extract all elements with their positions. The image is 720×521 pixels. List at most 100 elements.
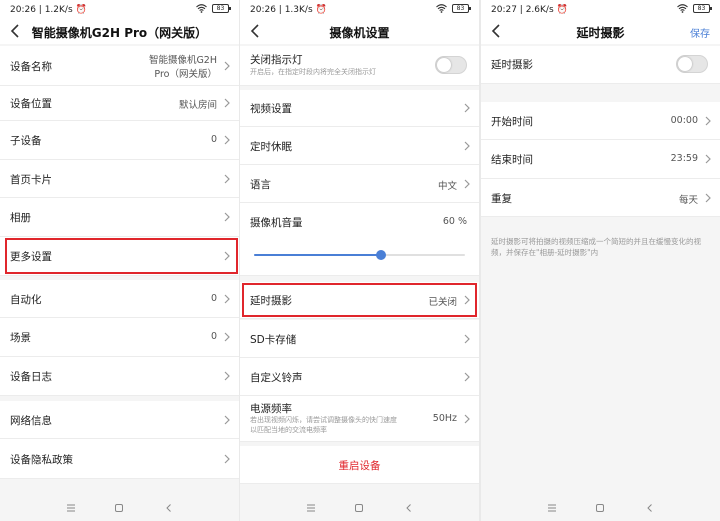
- status-bar: 20:27 | 2.6K/s ⏰ 83: [481, 0, 720, 20]
- chevron-right-icon: [464, 103, 470, 113]
- setting-row-camera-volume: 摄像机音量 60 %: [240, 203, 479, 276]
- home-icon[interactable]: [114, 503, 124, 513]
- setting-row-network-info[interactable]: 网络信息: [0, 401, 239, 439]
- setting-row-device-log[interactable]: 设备日志: [0, 357, 239, 396]
- setting-label: SD卡存储: [250, 334, 297, 346]
- menu-icon[interactable]: [547, 503, 557, 513]
- setting-description-line2: 以匹配当地的交流电频率: [250, 426, 327, 434]
- setting-label: 首页卡片: [10, 174, 52, 186]
- wifi-icon: [677, 4, 688, 13]
- chevron-right-icon: [224, 415, 230, 425]
- setting-description: 开启后，在指定时段内将完全关闭指示灯: [250, 68, 376, 76]
- timelapse-description: 延时摄影可将拍摄的视频压缩成一个简短的并且在缓慢变化的视频，并保存在"相册-延时…: [491, 237, 701, 257]
- toggle-knob: [678, 57, 692, 71]
- setting-label: 延时摄影: [491, 59, 533, 71]
- setting-value: 中文: [437, 181, 457, 192]
- setting-row-timelapse-toggle: 延时摄影: [481, 46, 720, 84]
- status-time: 20:26: [250, 5, 276, 15]
- chevron-right-icon: [224, 294, 230, 304]
- setting-value: 23:59: [670, 153, 698, 164]
- indicator-light-toggle[interactable]: [435, 56, 467, 74]
- setting-value: 0: [210, 134, 217, 145]
- volume-slider-handle[interactable]: [375, 250, 386, 260]
- setting-row-device-location[interactable]: 设备位置 默认房间: [0, 86, 239, 121]
- battery-icon: 83: [212, 4, 231, 13]
- setting-row-home-card[interactable]: 首页卡片: [0, 160, 239, 198]
- chevron-right-icon: [705, 154, 711, 164]
- setting-label: 设备隐私政策: [10, 454, 73, 466]
- setting-value: 默认房间: [178, 100, 217, 111]
- setting-label: 语言: [250, 179, 271, 191]
- setting-row-custom-ringtone[interactable]: 自定义铃声: [240, 358, 479, 396]
- setting-row-sub-devices[interactable]: 子设备 0: [0, 121, 239, 160]
- setting-row-privacy-policy[interactable]: 设备隐私政策: [0, 439, 239, 479]
- wifi-icon: [196, 4, 207, 13]
- setting-label: 结束时间: [491, 154, 533, 166]
- chevron-right-icon: [705, 116, 711, 126]
- page-title: 摄像机设置: [329, 26, 390, 40]
- setting-row-start-time[interactable]: 开始时间 00:00: [481, 102, 720, 140]
- restart-device-button[interactable]: 重启设备: [240, 458, 479, 473]
- system-nav-bar: [240, 495, 479, 521]
- setting-row-language[interactable]: 语言 中文: [240, 165, 479, 203]
- setting-value: 0: [210, 293, 217, 304]
- wifi-icon: [436, 4, 447, 13]
- menu-icon[interactable]: [66, 503, 76, 513]
- setting-label: 重复: [491, 193, 512, 205]
- timelapse-settings-screen: 20:27 | 2.6K/s ⏰ 83 延时摄影 保存 延时摄影 开始时间 00…: [481, 0, 720, 521]
- setting-label: 设备名称: [10, 61, 52, 73]
- chevron-right-icon: [464, 141, 470, 151]
- chevron-right-icon: [464, 372, 470, 382]
- status-speed: 2.6K/s: [525, 5, 554, 15]
- setting-label: 关闭指示灯: [250, 54, 303, 66]
- menu-icon[interactable]: [306, 503, 316, 513]
- battery-icon: 83: [452, 4, 471, 13]
- volume-slider-fill: [254, 254, 381, 256]
- nav-back-icon[interactable]: [645, 503, 655, 513]
- setting-label: 相册: [10, 212, 31, 224]
- chevron-right-icon: [705, 193, 711, 203]
- chevron-right-icon: [224, 98, 230, 108]
- setting-row-scheduled-sleep[interactable]: 定时休眠: [240, 127, 479, 165]
- volume-slider[interactable]: [254, 250, 465, 260]
- status-bar: 20:26 | 1.2K/s ⏰ 83: [0, 0, 239, 20]
- setting-value: 智能摄像机G2H: [148, 55, 217, 66]
- status-bar: 20:26 | 1.3K/s ⏰ 83: [240, 0, 479, 20]
- alarm-icon: ⏰: [315, 5, 327, 15]
- setting-row-repeat[interactable]: 重复 每天: [481, 179, 720, 217]
- nav-bar: 智能摄像机G2H Pro（网关版）: [0, 20, 239, 44]
- setting-label: 电源频率: [250, 403, 292, 415]
- home-icon[interactable]: [354, 503, 364, 513]
- camera-settings-screen: 20:26 | 1.3K/s ⏰ 83 摄像机设置 关闭指示灯 开启后，在指定时…: [240, 0, 479, 521]
- chevron-right-icon: [464, 179, 470, 189]
- setting-description: 若出现视频闪烁，请尝试调整摄像头的快门速度: [250, 416, 397, 424]
- page-title: 智能摄像机G2H Pro（网关版）: [31, 26, 208, 40]
- highlight-box: [5, 238, 238, 274]
- setting-row-automation[interactable]: 自动化 0: [0, 280, 239, 318]
- toggle-knob: [437, 58, 451, 72]
- setting-label: 定时休眠: [250, 141, 292, 153]
- setting-label: 设备日志: [10, 371, 52, 383]
- setting-row-end-time[interactable]: 结束时间 23:59: [481, 140, 720, 179]
- battery-icon: 83: [693, 4, 712, 13]
- save-button[interactable]: 保存: [690, 25, 710, 40]
- restart-device-row[interactable]: 重启设备: [240, 446, 479, 484]
- setting-row-scenes[interactable]: 场景 0: [0, 318, 239, 357]
- setting-row-video[interactable]: 视频设置: [240, 90, 479, 127]
- nav-back-icon[interactable]: [164, 503, 174, 513]
- chevron-right-icon: [464, 414, 470, 424]
- chevron-right-icon: [224, 135, 230, 145]
- home-icon[interactable]: [595, 503, 605, 513]
- setting-value: 50Hz: [432, 413, 457, 424]
- setting-row-power-frequency[interactable]: 电源频率 若出现视频闪烁，请尝试调整摄像头的快门速度 以匹配当地的交流电频率 5…: [240, 396, 479, 442]
- setting-row-album[interactable]: 相册: [0, 198, 239, 237]
- system-nav-bar: [481, 495, 720, 521]
- chevron-right-icon: [224, 371, 230, 381]
- setting-label: 自动化: [10, 294, 42, 306]
- setting-value-line2: Pro（网关版）: [154, 69, 217, 80]
- alarm-icon: ⏰: [556, 5, 568, 15]
- timelapse-toggle[interactable]: [676, 55, 708, 73]
- setting-row-device-name[interactable]: 设备名称 智能摄像机G2H Pro（网关版）: [0, 46, 239, 86]
- setting-row-sd-card[interactable]: SD卡存储: [240, 320, 479, 358]
- nav-back-icon[interactable]: [404, 503, 414, 513]
